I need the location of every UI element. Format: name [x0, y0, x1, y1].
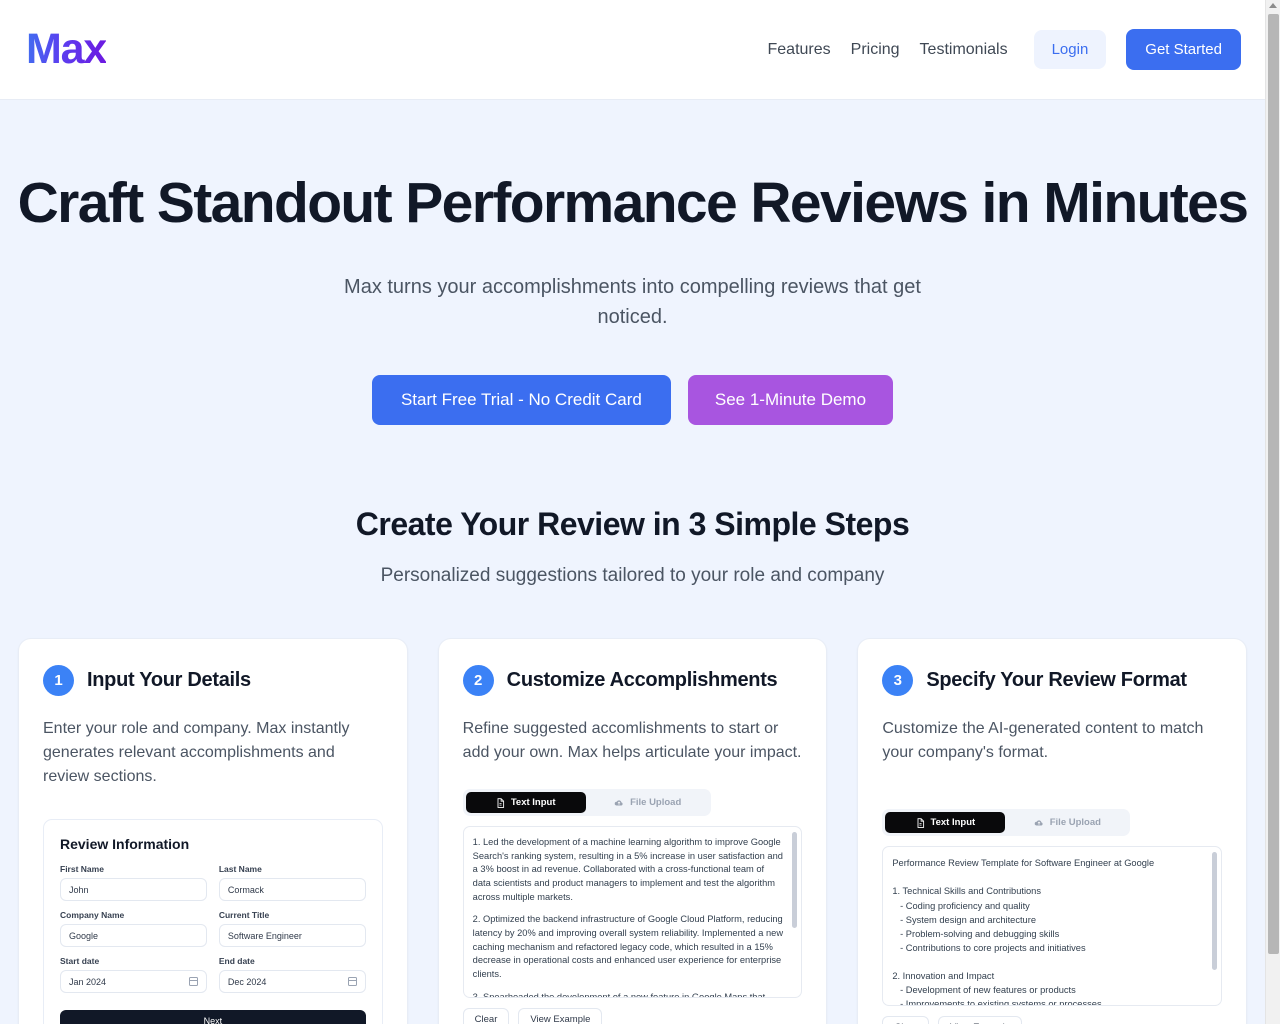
- steps-subtitle: Personalized suggestions tailored to you…: [380, 564, 885, 586]
- tab-file-upload[interactable]: File Upload: [1007, 812, 1127, 833]
- clear-button[interactable]: Clear: [462, 1008, 510, 1024]
- accomplishment-item-2: 2. Optimized the backend infrastructure …: [472, 914, 784, 980]
- hero-actions: Start Free Trial - No Credit Card See 1-…: [0, 374, 1265, 425]
- card-title: Specify Your Review Format: [926, 668, 1187, 691]
- calendar-icon: [188, 977, 198, 987]
- cloud-upload-icon: [614, 800, 623, 806]
- hero-headline: Craft Standout Performance Reviews in Mi…: [17, 171, 1249, 235]
- end-date-value: Dec 2024: [227, 976, 267, 987]
- textarea-scrollbar[interactable]: [792, 832, 798, 929]
- end-date-group: End date Dec 2024: [218, 956, 366, 994]
- step-card-customize-accomplishments: 2 Customize Accomplishments Refine sugge…: [437, 637, 828, 1024]
- tab-text-input[interactable]: Text Input: [885, 812, 1006, 834]
- tab-text-input-label: Text Input: [930, 817, 976, 829]
- last-name-label: Last Name: [218, 864, 262, 875]
- start-date-group: Start date Jan 2024: [60, 956, 207, 994]
- nav-item-pricing[interactable]: Pricing: [851, 41, 900, 59]
- form-title: Review Information: [60, 836, 190, 853]
- nav-item-testimonials[interactable]: Testimonials: [920, 41, 1008, 59]
- card-description: Customize the AI-generated content to ma…: [882, 719, 1204, 761]
- step-number-badge: 2: [462, 664, 494, 696]
- accomplishment-item-3: 3. Spearheaded the development of a new …: [472, 991, 766, 999]
- first-name-group: First Name John: [60, 864, 207, 902]
- step-card-review-format: 3 Specify Your Review Format Customize t…: [857, 637, 1248, 1024]
- last-name-group: Last Name Cormack: [218, 864, 366, 902]
- company-name-input[interactable]: Google: [60, 924, 207, 948]
- current-title-group: Current Title Software Engineer: [218, 910, 366, 948]
- card-title: Customize Accomplishments: [506, 668, 778, 691]
- form-row-dates: Start date Jan 2024 End date Dec 2024: [60, 956, 366, 994]
- logo[interactable]: Max: [24, 28, 107, 71]
- tab-text-input[interactable]: Text Input: [465, 792, 586, 814]
- last-name-input[interactable]: Cormack: [218, 878, 366, 902]
- page-root: Max Features Pricing Testimonials Login …: [0, 0, 1265, 1024]
- steps-title: Create Your Review in 3 Simple Steps: [355, 505, 910, 542]
- textarea-scrollbar[interactable]: [1212, 852, 1218, 971]
- accomplishment-item-1: 1. Led the development of a machine lear…: [472, 837, 783, 902]
- start-free-trial-button[interactable]: Start Free Trial - No Credit Card: [371, 374, 671, 425]
- main-nav: Features Pricing Testimonials Login Get …: [768, 29, 1241, 70]
- steps-section: Create Your Review in 3 Simple Steps Per…: [0, 506, 1265, 1024]
- next-button[interactable]: Next: [60, 1010, 366, 1024]
- nav-item-features[interactable]: Features: [768, 41, 831, 59]
- cloud-upload-icon: [1034, 820, 1043, 826]
- template-textarea[interactable]: Performance Review Template for Software…: [882, 846, 1223, 1007]
- accomplishments-textarea[interactable]: 1. Led the development of a machine lear…: [462, 826, 803, 999]
- browser-scrollbar[interactable]: [1265, 0, 1280, 1024]
- see-demo-button[interactable]: See 1-Minute Demo: [687, 374, 894, 425]
- form-row-name: First Name John Last Name Cormack: [60, 864, 366, 902]
- get-started-button[interactable]: Get Started: [1126, 29, 1241, 70]
- card-description: Enter your role and company. Max instant…: [43, 719, 350, 786]
- calendar-icon: [347, 977, 357, 987]
- login-button[interactable]: Login: [1033, 30, 1107, 69]
- step-card-input-details: 1 Input Your Details Enter your role and…: [18, 637, 408, 1024]
- company-name-label: Company Name: [60, 910, 125, 921]
- view-example-button[interactable]: View Example: [938, 1016, 1023, 1024]
- input-mode-tabs: Text Input File Upload: [462, 789, 711, 817]
- accomplishments-actions: Clear View Example: [462, 1008, 803, 1024]
- card-title: Input Your Details: [87, 668, 251, 691]
- view-example-button[interactable]: View Example: [518, 1008, 603, 1024]
- first-name-label: First Name: [60, 864, 104, 875]
- template-panel: Text Input File Upload Performance Revie…: [882, 809, 1223, 1024]
- tab-file-upload-label: File Upload: [630, 797, 682, 809]
- accomplishments-panel: Text Input File Upload 1. Led the develo…: [462, 789, 803, 1024]
- form-row-company: Company Name Google Current Title Softwa…: [60, 910, 366, 948]
- company-name-group: Company Name Google: [60, 910, 207, 948]
- start-date-label: Start date: [60, 956, 100, 967]
- end-date-label: End date: [218, 956, 255, 967]
- tab-text-input-label: Text Input: [510, 797, 556, 809]
- card-header: 3 Specify Your Review Format: [882, 664, 1222, 696]
- start-date-input[interactable]: Jan 2024: [60, 970, 207, 994]
- card-header: 1 Input Your Details: [43, 664, 383, 696]
- document-icon: [917, 817, 924, 828]
- current-title-label: Current Title: [218, 910, 270, 921]
- review-information-form: Review Information First Name John Last …: [43, 819, 383, 1024]
- step-number-badge: 3: [882, 664, 914, 696]
- start-date-value: Jan 2024: [69, 976, 107, 987]
- document-icon: [497, 797, 504, 808]
- scroll-up-arrow-icon[interactable]: [1269, 3, 1277, 8]
- current-title-input[interactable]: Software Engineer: [218, 924, 366, 948]
- steps-cards: 1 Input Your Details Enter your role and…: [0, 637, 1265, 1024]
- input-mode-tabs: Text Input File Upload: [882, 809, 1131, 837]
- card-header: 2 Customize Accomplishments: [462, 664, 803, 696]
- template-actions: Clear View Example: [882, 1016, 1222, 1024]
- step-number-badge: 1: [43, 664, 74, 696]
- site-header: Max Features Pricing Testimonials Login …: [0, 0, 1265, 100]
- clear-button[interactable]: Clear: [882, 1016, 930, 1024]
- hero-section: Craft Standout Performance Reviews in Mi…: [0, 100, 1265, 425]
- first-name-input[interactable]: John: [60, 878, 207, 902]
- hero-subheadline: Max turns your accomplishments into comp…: [344, 275, 921, 328]
- card-description: Refine suggested accomlishments to start…: [462, 719, 802, 761]
- tab-file-upload-label: File Upload: [1049, 817, 1101, 829]
- tab-file-upload[interactable]: File Upload: [588, 792, 708, 813]
- end-date-input[interactable]: Dec 2024: [218, 970, 366, 994]
- scrollbar-thumb[interactable]: [1268, 14, 1279, 954]
- template-body: Performance Review Template for Software…: [892, 858, 1155, 1007]
